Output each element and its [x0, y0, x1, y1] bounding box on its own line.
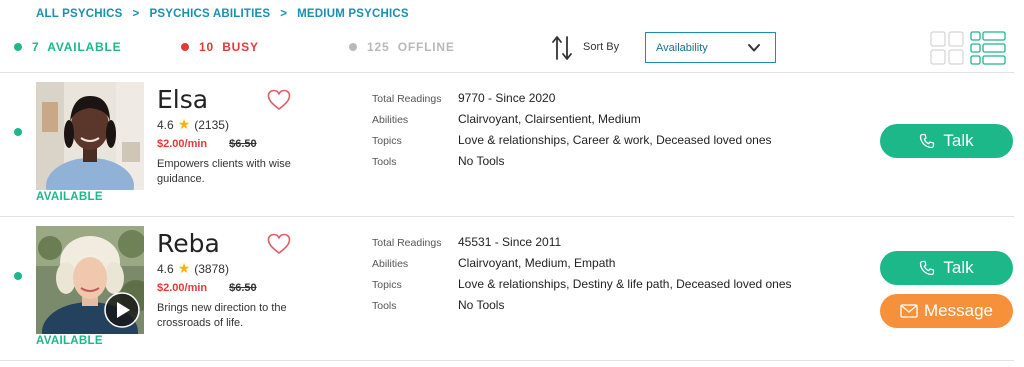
psychic-details: Total Readings 9770 - Since 2020 Abilitie…	[372, 91, 772, 175]
availability-label: AVAILABLE	[36, 191, 103, 203]
rating-value: 4.6	[157, 117, 174, 132]
abilities-label: Abilities	[372, 258, 409, 270]
busy-count-label: 10 BUSY	[199, 40, 259, 54]
offline-count-filter[interactable]: 125 OFFLINE	[349, 40, 455, 54]
topics-value: Love & relationships, Career & work, Dec…	[458, 133, 772, 147]
available-dot-icon	[14, 43, 22, 51]
divider	[0, 360, 1014, 361]
online-status-dot-icon	[14, 272, 22, 280]
star-icon: ★	[177, 116, 191, 132]
available-count-filter[interactable]: 7 AVAILABLE	[14, 40, 121, 54]
breadcrumb-psychics-abilities[interactable]: PSYCHICS ABILITIES	[149, 8, 270, 20]
abilities-value: Clairvoyant, Medium, Empath	[458, 256, 616, 270]
tools-value: No Tools	[458, 154, 505, 168]
abilities-value: Clairvoyant, Clairsentient, Medium	[458, 112, 641, 126]
tools-label: Tools	[372, 300, 397, 312]
original-price: $6.50	[229, 138, 257, 150]
sort-select[interactable]: Availability	[645, 32, 776, 63]
rating-value: 4.6	[157, 261, 174, 276]
message-button[interactable]: Message	[880, 294, 1013, 328]
phone-icon	[920, 133, 935, 149]
psychic-name[interactable]: Reba	[157, 229, 220, 258]
busy-dot-icon	[181, 43, 189, 51]
psychic-card-reba[interactable]: AVAILABLE Reba 4.6 ★ (3878) $2.00/min $6…	[0, 216, 1024, 360]
psychic-portrait-image	[36, 226, 144, 334]
tools-label: Tools	[372, 156, 397, 168]
psychic-photo[interactable]	[36, 82, 144, 190]
price: $2.00/min $6.50	[157, 138, 257, 150]
talk-button[interactable]: Talk	[880, 251, 1013, 285]
talk-button-label: Talk	[943, 258, 974, 277]
review-count[interactable]: (3878)	[194, 262, 229, 276]
offline-count-label: 125 OFFLINE	[367, 40, 455, 54]
busy-count-filter[interactable]: 10 BUSY	[181, 40, 259, 54]
breadcrumb-separator: >	[132, 8, 140, 20]
sort-selected-value: Availability	[656, 41, 708, 54]
total-readings-label: Total Readings	[372, 93, 442, 105]
rating: 4.6 ★ (3878)	[157, 260, 229, 277]
psychic-portrait-image	[36, 82, 144, 190]
breadcrumb-separator: >	[280, 8, 288, 20]
abilities-label: Abilities	[372, 114, 409, 126]
message-button-label: Message	[924, 301, 993, 320]
price-per-minute: $2.00/min	[157, 138, 208, 150]
breadcrumb-medium-psychics[interactable]: MEDIUM PSYCHICS	[297, 8, 409, 20]
online-status-dot-icon	[14, 128, 22, 136]
star-icon: ★	[177, 260, 191, 276]
available-count-label: 7 AVAILABLE	[32, 40, 122, 54]
talk-button-label: Talk	[943, 131, 974, 150]
offline-dot-icon	[349, 43, 357, 51]
availability-label: AVAILABLE	[36, 335, 103, 347]
favorite-heart-icon[interactable]	[267, 233, 291, 255]
breadcrumb: ALL PSYCHICS > PSYCHICS ABILITIES > MEDI…	[36, 8, 409, 20]
breadcrumb-all-psychics[interactable]: ALL PSYCHICS	[36, 8, 123, 20]
psychic-description: Brings new direction to the crossroads o…	[157, 302, 287, 329]
phone-icon	[920, 260, 935, 276]
review-count[interactable]: (2135)	[194, 118, 229, 132]
talk-button[interactable]: Talk	[880, 124, 1013, 158]
chevron-down-icon	[748, 44, 760, 52]
tools-value: No Tools	[458, 298, 505, 312]
list-view-icon[interactable]	[970, 31, 1006, 65]
grid-view-icon[interactable]	[930, 31, 964, 65]
rating: 4.6 ★ (2135)	[157, 116, 229, 133]
topics-label: Topics	[372, 135, 402, 147]
topics-label: Topics	[372, 279, 402, 291]
topics-value: Love & relationships, Destiny & life pat…	[458, 277, 792, 291]
sort-by-label: Sort By	[583, 41, 620, 53]
envelope-icon	[900, 304, 918, 318]
original-price: $6.50	[229, 282, 257, 294]
psychic-photo[interactable]	[36, 226, 144, 334]
total-readings-value: 9770 - Since 2020	[458, 91, 556, 105]
psychic-description: Empowers clients with wise guidance.	[157, 158, 291, 185]
price: $2.00/min $6.50	[157, 282, 257, 294]
price-per-minute: $2.00/min	[157, 282, 208, 294]
total-readings-value: 45531 - Since 2011	[458, 235, 562, 249]
psychic-details: Total Readings 45531 - Since 2011 Abiliti…	[372, 235, 792, 319]
status-bar: 7 AVAILABLE 10 BUSY 125 OFFLINE	[0, 32, 1024, 72]
total-readings-label: Total Readings	[372, 237, 442, 249]
favorite-heart-icon[interactable]	[267, 89, 291, 111]
sort-arrows-icon[interactable]	[551, 35, 573, 61]
psychic-card-elsa[interactable]: AVAILABLE Elsa 4.6 ★ (2135) $2.00/min $6…	[0, 72, 1024, 216]
psychic-name[interactable]: Elsa	[157, 85, 208, 114]
